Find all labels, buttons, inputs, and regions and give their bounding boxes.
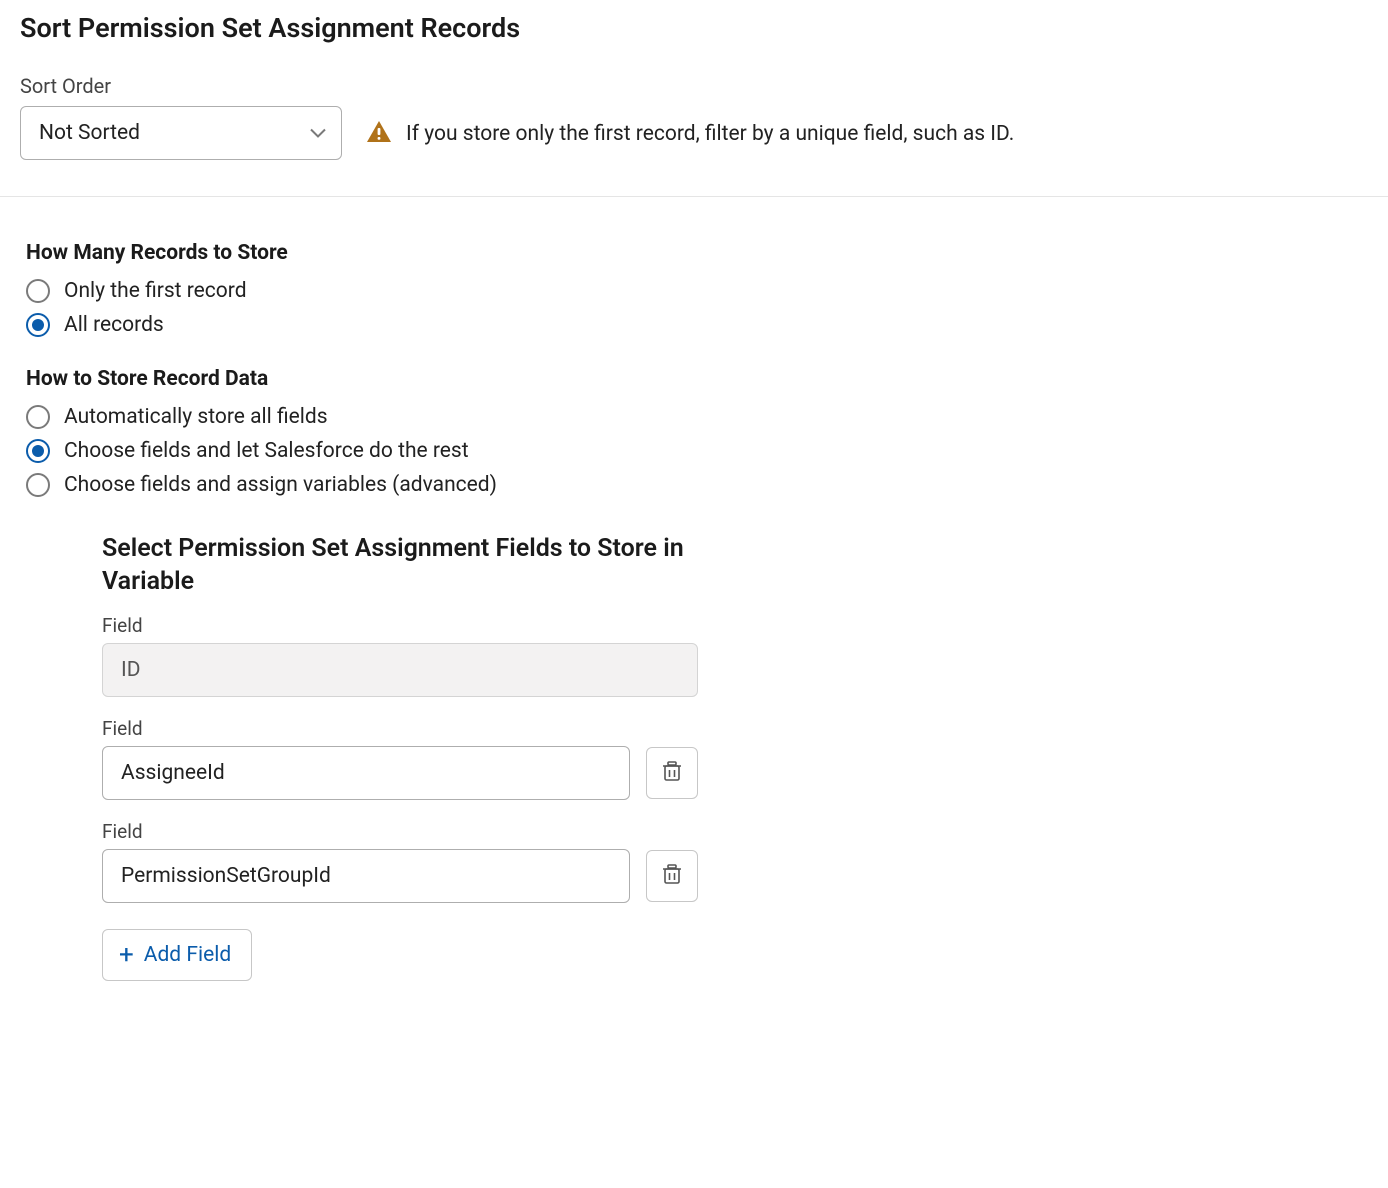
store-data-label: Choose fields and let Salesforce do the … xyxy=(64,439,469,463)
field-label: Field xyxy=(102,820,742,843)
field-label: Field xyxy=(102,614,742,637)
trash-icon xyxy=(662,863,682,889)
trash-icon xyxy=(662,760,682,786)
records-to-store-heading: How Many Records to Store xyxy=(26,241,1388,265)
records-to-store-option-0[interactable]: Only the first record xyxy=(26,279,1388,303)
records-to-store-label: Only the first record xyxy=(64,279,247,303)
store-data-option-0[interactable]: Automatically store all fields xyxy=(26,405,1388,429)
sort-order-select[interactable]: Not Sorted xyxy=(20,106,342,160)
warning-icon xyxy=(366,120,392,148)
field-label: Field xyxy=(102,717,742,740)
store-data-heading: How to Store Record Data xyxy=(26,367,1388,391)
store-data-label: Automatically store all fields xyxy=(64,405,328,429)
sort-order-value: Not Sorted xyxy=(39,121,140,145)
radio-icon xyxy=(26,405,50,429)
store-data-label: Choose fields and assign variables (adva… xyxy=(64,473,497,497)
divider xyxy=(0,196,1388,197)
radio-icon xyxy=(26,439,50,463)
store-data-option-1[interactable]: Choose fields and let Salesforce do the … xyxy=(26,439,1388,463)
radio-icon xyxy=(26,279,50,303)
warning-text: If you store only the first record, filt… xyxy=(406,122,1014,146)
add-field-label: Add Field xyxy=(144,943,231,967)
field-input[interactable]: PermissionSetGroupId xyxy=(102,849,630,903)
field-input[interactable]: AssigneeId xyxy=(102,746,630,800)
radio-icon xyxy=(26,473,50,497)
store-data-option-2[interactable]: Choose fields and assign variables (adva… xyxy=(26,473,1388,497)
add-field-button[interactable]: + Add Field xyxy=(102,929,252,981)
select-fields-title: Select Permission Set Assignment Fields … xyxy=(102,533,742,598)
radio-icon xyxy=(26,313,50,337)
sort-order-label: Sort Order xyxy=(20,74,342,98)
field-input-readonly: ID xyxy=(102,643,698,697)
section-title: Sort Permission Set Assignment Records xyxy=(20,12,1388,44)
records-to-store-label: All records xyxy=(64,313,164,337)
delete-field-button[interactable] xyxy=(646,747,698,799)
records-to-store-option-1[interactable]: All records xyxy=(26,313,1388,337)
plus-icon: + xyxy=(119,942,134,968)
delete-field-button[interactable] xyxy=(646,850,698,902)
